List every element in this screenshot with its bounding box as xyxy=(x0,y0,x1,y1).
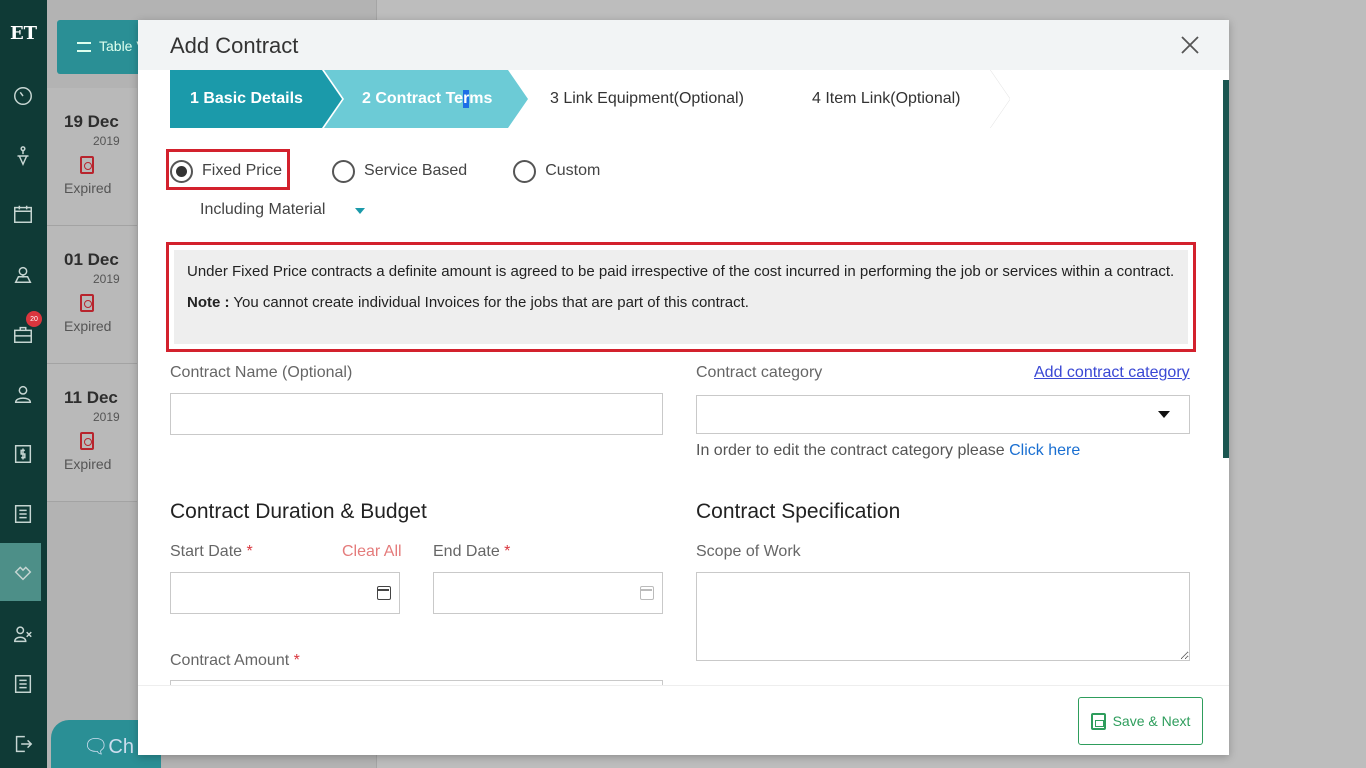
contract-amount-label: Contract Amount * xyxy=(170,652,300,670)
step-link-equipment[interactable]: 3 Link Equipment (Optional) xyxy=(508,70,792,128)
required-mark: * xyxy=(293,652,300,669)
radio-label: Custom xyxy=(545,162,601,179)
end-date-text: End Date xyxy=(433,543,505,560)
date-year: 2019 xyxy=(93,272,120,286)
start-date-text: Start Date xyxy=(170,543,247,560)
step-item-link[interactable]: 4 Item Link(Optional) xyxy=(770,70,1010,128)
step-label: 3 Link Equipment xyxy=(550,90,674,107)
radio-circle xyxy=(170,159,193,183)
status-label: Expired xyxy=(64,180,112,196)
date-list-item[interactable]: 11 Dec 2019 Expired xyxy=(47,364,137,502)
caret-down-icon[interactable] xyxy=(1158,411,1170,418)
logout-icon[interactable] xyxy=(7,728,39,760)
step-contract-terms[interactable]: 2 Contract Te r ms xyxy=(324,70,530,128)
scope-of-work-label: Scope of Work xyxy=(696,543,801,560)
close-icon[interactable] xyxy=(1179,34,1201,56)
radio-circle xyxy=(332,159,356,183)
status-label: Expired xyxy=(64,318,112,334)
start-date-input[interactable] xyxy=(170,572,400,614)
list-icon[interactable] xyxy=(7,498,39,530)
chat-icon: 🗨 xyxy=(83,736,109,758)
category-hint-text: In order to edit the contract category p… xyxy=(696,442,1010,459)
radio-circle xyxy=(513,159,537,183)
date-day: 01 Dec xyxy=(64,250,119,269)
modal-footer: Save & Next xyxy=(138,685,1229,755)
radio-label: Fixed Price xyxy=(202,162,283,179)
modal-header: Add Contract xyxy=(138,20,1229,70)
save-next-label: Save & Next xyxy=(1112,713,1191,729)
material-select[interactable]: Including Material xyxy=(200,201,325,219)
modal-scrollbar[interactable] xyxy=(1223,80,1229,458)
category-hint: In order to edit the contract category p… xyxy=(696,442,1080,460)
status-label: Expired xyxy=(64,456,112,472)
calendar-icon[interactable] xyxy=(377,586,391,600)
invoice-icon[interactable] xyxy=(7,438,39,470)
date-year: 2019 xyxy=(93,410,120,424)
scope-of-work-textarea[interactable] xyxy=(696,572,1190,661)
required-mark: * xyxy=(504,543,511,560)
contract-icon[interactable] xyxy=(7,556,39,588)
save-icon xyxy=(1090,712,1106,730)
note-text: You cannot create individual Invoices fo… xyxy=(229,294,749,311)
save-next-button[interactable]: Save & Next xyxy=(1078,697,1203,745)
app-sidebar: ET 20 xyxy=(0,0,47,768)
settings-icon[interactable] xyxy=(7,668,39,700)
step-optional-label: (Optional) xyxy=(673,90,744,107)
wizard-stepper: 1 Basic Details 2 Contract Te r ms 3 Link … xyxy=(170,70,1010,128)
contract-amount-text: Contract Amount xyxy=(170,652,294,669)
add-contract-category-link[interactable]: Add contract category xyxy=(1034,364,1190,382)
required-mark: * xyxy=(246,543,253,560)
step-label-part: ms xyxy=(469,90,493,107)
click-here-link[interactable]: Click here xyxy=(1009,442,1080,459)
step-basic-details[interactable]: 1 Basic Details xyxy=(170,70,342,128)
date-list-item[interactable]: 01 Dec 2019 Expired xyxy=(47,226,137,364)
contract-name-label: Contract Name (Optional) xyxy=(170,364,353,381)
info-note: Note : You cannot create individual Invo… xyxy=(187,291,1175,314)
fixed-price-info-box: Under Fixed Price contracts a definite a… xyxy=(166,242,1196,352)
map-icon[interactable] xyxy=(7,258,39,290)
contract-type-radio-group: Fixed Price Service Based Custom xyxy=(170,156,646,186)
custom-radio[interactable]: Custom xyxy=(513,156,600,186)
expired-icon xyxy=(80,294,94,312)
step-label-part: 2 Contract Te xyxy=(362,90,464,107)
expired-icon xyxy=(80,156,94,174)
service-based-radio[interactable]: Service Based xyxy=(332,156,467,186)
table-view-button[interactable]: Table V xyxy=(57,20,147,74)
fixed-price-radio[interactable]: Fixed Price xyxy=(170,156,282,186)
add-contract-modal: Add Contract 1 Basic Details 2 Contract … xyxy=(138,20,1229,755)
dashboard-icon[interactable] xyxy=(7,80,39,112)
calendar-icon[interactable] xyxy=(7,198,39,230)
date-day: 19 Dec xyxy=(64,112,119,131)
contract-date-list: 19 Dec 2019 Expired 01 Dec 2019 Expired … xyxy=(47,88,137,502)
start-date-label: Start Date * xyxy=(170,543,253,561)
sort-icon xyxy=(77,42,91,53)
contract-category-select[interactable] xyxy=(696,395,1190,434)
notification-badge: 20 xyxy=(26,311,42,327)
end-date-input[interactable] xyxy=(433,572,663,614)
date-day: 11 Dec xyxy=(64,388,118,407)
chat-label: Ch xyxy=(108,736,134,758)
jobs-icon[interactable] xyxy=(7,140,39,172)
user-icon[interactable] xyxy=(7,378,39,410)
end-date-label: End Date * xyxy=(433,543,510,561)
caret-down-icon[interactable] xyxy=(355,208,365,214)
date-list-item[interactable]: 19 Dec 2019 Expired xyxy=(47,88,137,226)
note-label: Note : xyxy=(187,294,230,311)
date-year: 2019 xyxy=(93,134,120,148)
contract-name-input[interactable] xyxy=(170,393,663,435)
app-logo: ET xyxy=(9,22,38,44)
modal-title: Add Contract xyxy=(170,33,299,58)
team-icon[interactable] xyxy=(7,618,39,650)
info-content: Under Fixed Price contracts a definite a… xyxy=(174,250,1188,344)
clear-all-link[interactable]: Clear All xyxy=(342,543,402,561)
contract-specification-title: Contract Specification xyxy=(696,500,901,523)
radio-label: Service Based xyxy=(364,162,468,179)
contract-category-label: Contract category xyxy=(696,364,823,381)
calendar-icon[interactable] xyxy=(640,586,654,600)
expired-icon xyxy=(80,432,94,450)
duration-budget-title: Contract Duration & Budget xyxy=(170,500,427,523)
info-text: Under Fixed Price contracts a definite a… xyxy=(187,263,1175,280)
